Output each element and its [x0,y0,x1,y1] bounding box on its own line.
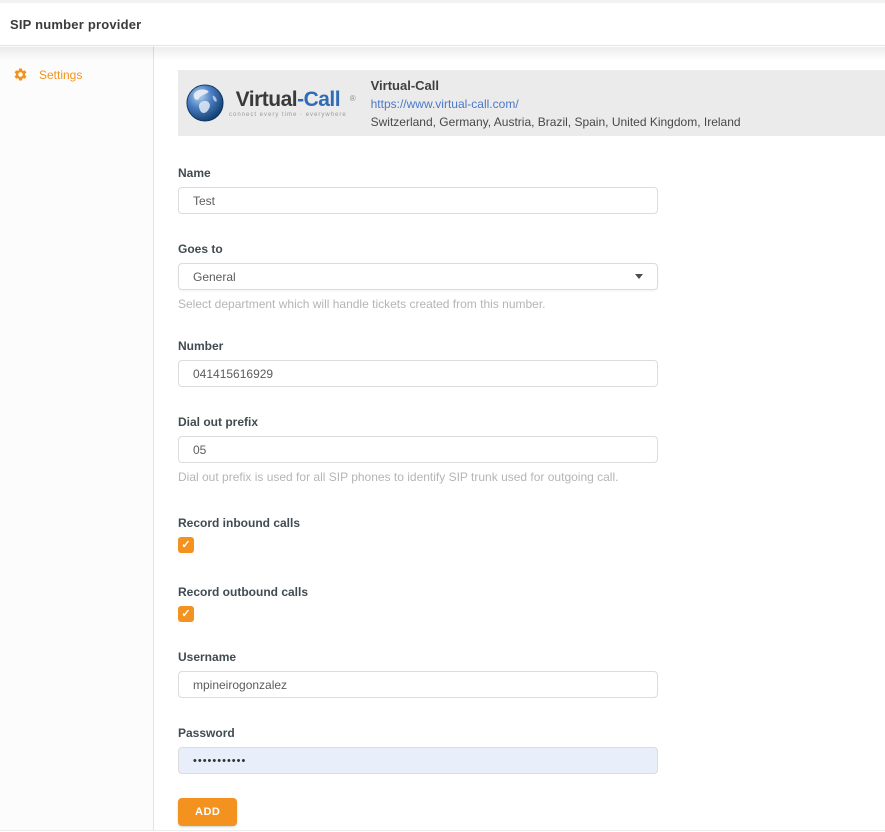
record-outbound-label: Record outbound calls [178,585,658,599]
provider-countries: Switzerland, Germany, Austria, Brazil, S… [371,115,741,129]
goes-to-field-group: Goes to General Select department which … [178,242,658,311]
username-input[interactable] [178,671,658,698]
sidebar-item-label: Settings [39,68,82,82]
brand-word-virtual: Virtual [236,88,297,111]
record-inbound-checkbox[interactable]: ✓ [178,537,194,553]
password-field-group: Password [178,726,658,774]
name-input[interactable] [178,187,658,214]
dial-out-prefix-field-group: Dial out prefix Dial out prefix is used … [178,415,658,484]
number-field-group: Number [178,339,658,387]
goes-to-label: Goes to [178,242,658,256]
checkmark-icon: ✓ [181,609,190,620]
password-label: Password [178,726,658,740]
dial-out-prefix-help-text: Dial out prefix is used for all SIP phon… [178,470,658,484]
chevron-down-icon [635,274,643,279]
gear-icon [13,67,28,82]
provider-name: Virtual-Call [371,78,741,93]
page-header: SIP number provider [0,3,885,46]
provider-card: Virtual-Call connect every time · everyw… [178,70,885,136]
brand-wordmark: Virtual-Call connect every time · everyw… [229,89,347,118]
page-title: SIP number provider [10,17,141,32]
number-label: Number [178,339,658,353]
name-field-group: Name [178,166,658,214]
goes-to-select[interactable]: General [178,263,658,290]
brand-tagline: connect every time · everywhere [229,112,347,118]
registered-trademark-mark: ® [350,94,356,103]
brand-word-call: -Call [297,88,340,111]
dial-out-prefix-label: Dial out prefix [178,415,658,429]
provider-url-link[interactable]: https://www.virtual-call.com/ [371,97,741,111]
record-inbound-field-group: Record inbound calls ✓ [178,516,658,553]
name-label: Name [178,166,658,180]
add-button[interactable]: ADD [178,798,237,826]
username-label: Username [178,650,658,664]
checkmark-icon: ✓ [181,540,190,551]
record-outbound-checkbox[interactable]: ✓ [178,606,194,622]
password-input[interactable] [178,747,658,774]
goes-to-help-text: Select department which will handle tick… [178,297,658,311]
record-inbound-label: Record inbound calls [178,516,658,530]
goes-to-selected-value: General [193,270,236,284]
provider-info: Virtual-Call https://www.virtual-call.co… [371,78,741,129]
main-layout: Settings [0,46,885,831]
main-content: Virtual-Call connect every time · everyw… [154,46,885,830]
record-outbound-field-group: Record outbound calls ✓ [178,585,658,622]
globe-icon [186,84,224,122]
sidebar: Settings [0,46,154,830]
sidebar-item-settings[interactable]: Settings [0,67,153,82]
number-input[interactable] [178,360,658,387]
username-field-group: Username [178,650,658,698]
dial-out-prefix-input[interactable] [178,436,658,463]
provider-logo: Virtual-Call connect every time · everyw… [186,84,356,122]
